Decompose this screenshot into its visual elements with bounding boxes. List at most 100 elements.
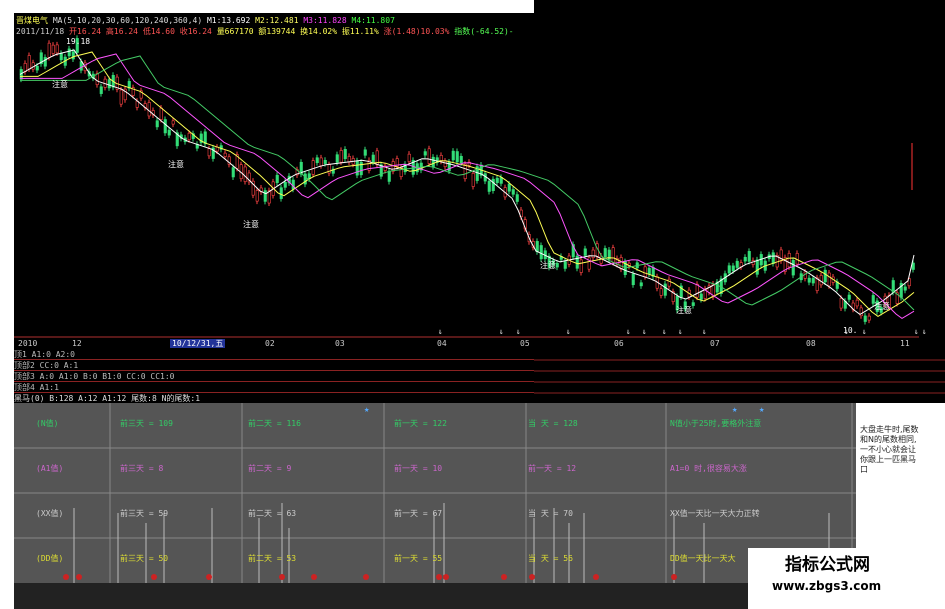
table-cell-note: DD值一天比一天大 xyxy=(670,554,736,563)
candle-body xyxy=(491,178,495,191)
candle-body xyxy=(95,73,99,85)
table-cell-head: (DD值) xyxy=(36,554,64,563)
candle-body xyxy=(283,182,287,188)
candle-body xyxy=(339,150,343,163)
table-cell-note: XX值一天比一天大力正转 xyxy=(670,509,760,518)
candle-body xyxy=(363,149,367,156)
candle-body xyxy=(443,160,447,168)
indicator-line-3: 顶部3 A:0 A1:0 B:0 B1:0 CC:0 CC1:0 xyxy=(14,372,534,382)
candle-body xyxy=(27,55,31,70)
candle-body xyxy=(55,44,59,54)
table-cell-c2: 前二天 = 9 xyxy=(248,464,292,473)
table-cell-head: (A1值) xyxy=(36,464,64,473)
candle-body xyxy=(515,194,519,202)
table-cell-note: N值小于25时,要格外注意 xyxy=(670,419,762,428)
candle-body xyxy=(311,160,315,175)
candle-body xyxy=(427,148,431,164)
candle-body xyxy=(67,48,71,57)
candle-body xyxy=(187,132,191,141)
candle-body xyxy=(471,173,475,187)
candle-body xyxy=(347,156,351,163)
svg-text:★: ★ xyxy=(732,405,738,415)
candle-body xyxy=(319,157,323,167)
candle-body xyxy=(51,44,55,54)
candle-body xyxy=(59,53,63,61)
table-cell-c3: 前一天 = 10 xyxy=(394,464,443,473)
candle-body xyxy=(335,154,339,163)
candle-body xyxy=(371,154,375,163)
candle-body xyxy=(71,51,75,60)
indicator-line-1: 顶1 A1:0 A2:0 xyxy=(14,350,534,360)
candle-body xyxy=(159,107,163,120)
value-table: ★ ★ ★ (N值) 前三天 = 109 前二天 = 116 前一天 = 122 当 天… xyxy=(14,403,856,583)
axis-label-02: 02 xyxy=(265,339,275,348)
candle-body xyxy=(99,86,103,94)
candle-body xyxy=(167,129,171,136)
candle-body xyxy=(423,151,427,156)
candle-body xyxy=(207,148,211,157)
table-cell-c4: 当 天 = 128 xyxy=(528,419,578,428)
candle-body xyxy=(275,174,279,183)
indicator-line-2: 顶部2 CC:0 A:1 xyxy=(14,361,534,371)
axis-label-04: 04 xyxy=(437,339,447,348)
candle-body xyxy=(431,156,435,167)
cursor-date-label: 10/12/31,五 xyxy=(170,339,226,348)
signal-arrow-mark: ⇓ xyxy=(516,327,521,336)
table-cell-c2: 前二天 = 63 xyxy=(248,509,297,518)
signal-arrow-mark: ⇓ xyxy=(438,327,443,336)
price-high-label: 19.18 xyxy=(66,37,91,46)
watermark-url: www.zbgs3.com xyxy=(772,579,882,593)
candle-body xyxy=(255,190,259,202)
indicator-separators-right xyxy=(534,359,945,394)
warning-mark-1: 注意 xyxy=(52,80,68,89)
table-cell-note: A1=0 时,很容易大涨 xyxy=(670,464,747,473)
candle-body xyxy=(315,157,319,163)
table-cell-c3: 前一天 = 55 xyxy=(394,554,443,563)
candle-body xyxy=(263,190,267,202)
candle-body xyxy=(147,102,151,117)
candle-body xyxy=(387,170,391,182)
table-cell-c1: 前三天 = 8 xyxy=(120,464,164,473)
table-cell-c3: 前一天 = 67 xyxy=(394,509,443,518)
candle-body xyxy=(107,79,111,89)
warning-mark-2: 注意 xyxy=(168,160,184,169)
candle-body xyxy=(43,57,47,67)
table-cell-c1: 前三天 = 59 xyxy=(120,509,169,518)
candle-body xyxy=(279,187,283,199)
candle-body xyxy=(155,120,159,128)
bottom-status-bar xyxy=(14,583,748,609)
svg-text:★: ★ xyxy=(364,405,370,415)
indicator-line-5: 黑马(0) B:128 A:12 A1:12 尾数:8 N的尾数:1 xyxy=(14,394,201,403)
axis-label-05: 05 xyxy=(520,339,530,348)
candle-body xyxy=(163,119,167,134)
table-cell-c1: 前三天 = 109 xyxy=(120,419,173,428)
table-cell-c2: 前二天 = 116 xyxy=(248,419,301,428)
candle-body xyxy=(323,159,327,164)
warning-mark-3: 注意 xyxy=(243,220,259,229)
candle-body xyxy=(223,152,227,157)
candle-body xyxy=(459,155,463,164)
candle-body xyxy=(243,166,247,182)
candle-body xyxy=(451,150,455,161)
candle-body xyxy=(119,89,123,105)
candle-body xyxy=(355,160,359,176)
side-note-text: 大盘走牛时,尾数和N的尾数相同,一不小心就会让你跟上一匹黑马口 xyxy=(860,425,919,474)
table-cell-c2: 前二天 = 53 xyxy=(248,554,297,563)
table-cell-head: (XX值) xyxy=(36,509,64,518)
table-cell-c4: 当 天 = 56 xyxy=(528,554,573,563)
signal-arrow-mark: ⇓ xyxy=(499,327,504,336)
table-cell-c4: 前一天 = 12 xyxy=(528,464,577,473)
watermark-title: 指标公式网 xyxy=(785,555,870,575)
axis-label-03: 03 xyxy=(335,339,345,348)
candle-body xyxy=(463,163,467,179)
candle-body xyxy=(507,183,511,192)
candle-body xyxy=(35,65,39,71)
candle-body xyxy=(511,189,515,195)
axis-label-12: 12 xyxy=(72,339,82,348)
candle-body xyxy=(343,149,347,160)
table-cell-c1: 前三天 = 50 xyxy=(120,554,169,563)
table-cell-c4: 当 天 = 70 xyxy=(528,509,573,518)
table-cell-head: (N值) xyxy=(36,419,59,428)
candle-body xyxy=(495,177,499,183)
axis-label-2010: 2010 xyxy=(18,339,38,348)
